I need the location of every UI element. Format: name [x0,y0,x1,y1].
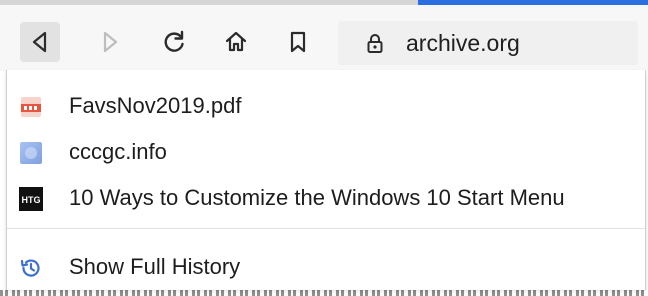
menu-divider [7,228,645,229]
home-button[interactable] [216,22,256,62]
forward-arrow-icon [103,31,118,53]
back-arrow-icon [32,31,47,53]
address-url: archive.org [406,30,520,56]
htg-favicon-icon: HTG [19,187,43,211]
history-item-label: cccgc.info [69,139,167,164]
history-dropdown-menu: FavsNov2019.pdf cccgc.info HTG 10 Ways t… [6,70,646,291]
history-item-label: 10 Ways to Customize the Windows 10 Star… [69,185,565,210]
history-icon [20,259,40,277]
htg-favicon-text: HTG [22,195,41,205]
bookmark-button[interactable] [278,22,318,62]
show-full-history-label: Show Full History [69,254,241,279]
refresh-icon [164,30,184,52]
history-item[interactable]: HTG 10 Ways to Customize the Windows 10 … [7,177,645,219]
site-favicon-icon [20,142,42,164]
pdf-file-icon [21,97,41,117]
home-icon [225,31,247,52]
address-bar[interactable]: archive.org [338,21,638,65]
page-content-edge [0,290,648,296]
history-item[interactable]: cccgc.info [7,131,645,173]
refresh-button[interactable] [154,22,194,62]
history-item[interactable]: FavsNov2019.pdf [7,85,645,127]
history-item-label: FavsNov2019.pdf [69,93,242,118]
bookmark-icon [290,31,306,53]
forward-button[interactable] [90,22,130,62]
back-button[interactable] [20,22,60,62]
browser-toolbar: archive.org [0,5,648,71]
show-full-history-button[interactable]: Show Full History [7,246,645,288]
lock-icon [367,34,383,53]
